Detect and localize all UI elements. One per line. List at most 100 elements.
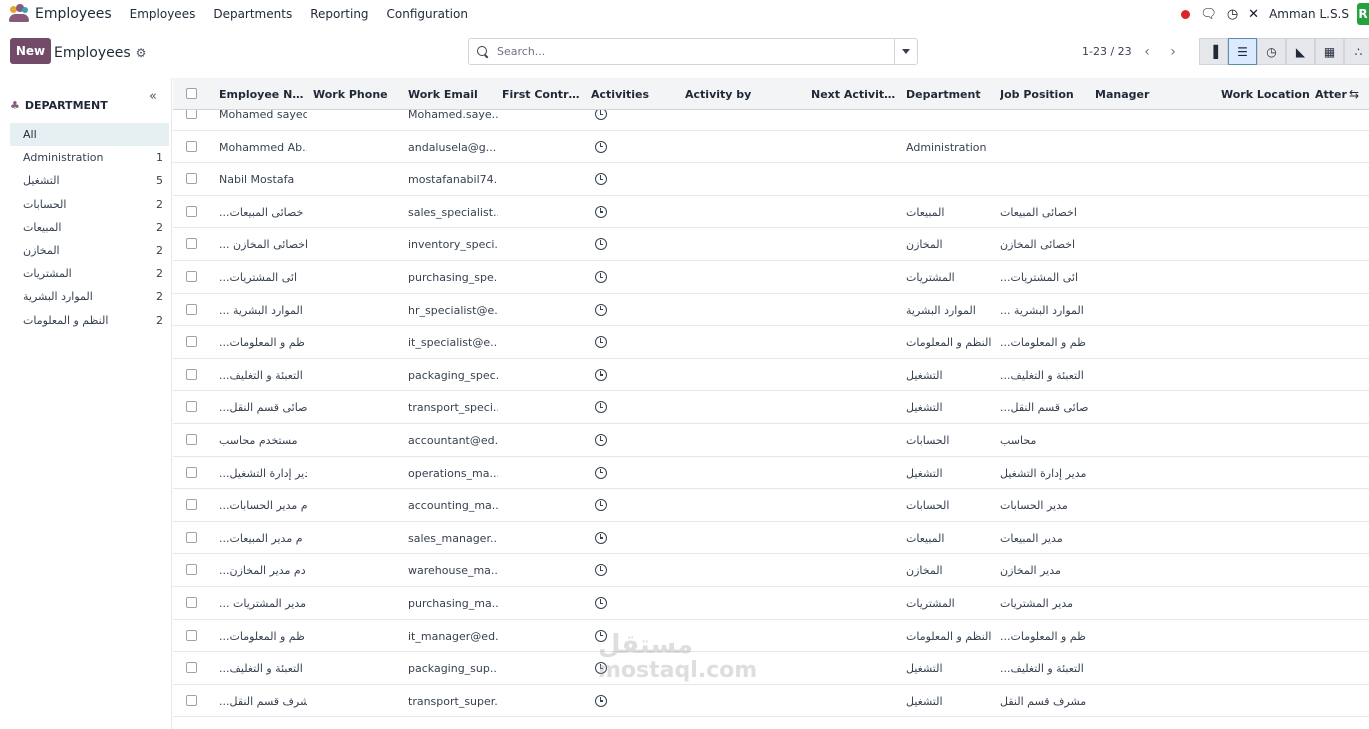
sidebar-item-all[interactable]: All xyxy=(10,123,169,147)
row-checkbox[interactable] xyxy=(186,401,197,413)
sidebar-item-purchasing[interactable]: المشتريات 2 xyxy=(10,262,169,285)
pivot-view-button[interactable]: ▦ xyxy=(1315,38,1344,65)
column-header-next-activity[interactable]: Next Activity D... xyxy=(811,88,901,101)
row-checkbox[interactable] xyxy=(186,434,197,445)
list-view-button[interactable]: ☰ xyxy=(1228,38,1257,65)
row-checkbox[interactable] xyxy=(186,140,197,152)
row-checkbox[interactable] xyxy=(186,662,197,674)
pager-value[interactable]: 1-23 / 23 xyxy=(1082,45,1132,58)
column-header-manager[interactable]: Manager xyxy=(1095,88,1185,101)
activity-clock-icon[interactable] xyxy=(595,303,607,316)
row-checkbox[interactable] xyxy=(186,173,197,185)
row-checkbox[interactable] xyxy=(186,238,197,250)
activity-clock-icon[interactable] xyxy=(595,271,607,283)
table-row[interactable]: ...ظم و المعلومات it_manager@ed... النظم و… xyxy=(173,620,1369,653)
table-row[interactable]: ... مدير المشتريات purchasing_ma... المشتر… xyxy=(173,587,1369,620)
column-header-work-location[interactable]: Work Location xyxy=(1221,88,1311,101)
sidebar-item-administration[interactable]: Administration 1 xyxy=(10,146,169,169)
sidebar-item-warehouses[interactable]: المخازن 2 xyxy=(10,239,169,262)
table-row[interactable]: مستخدم محاسب accountant@ed... الحسابات محاس… xyxy=(173,424,1369,457)
row-checkbox[interactable] xyxy=(186,597,197,608)
gear-icon[interactable]: ⚙ xyxy=(136,46,147,60)
row-checkbox[interactable] xyxy=(186,564,197,576)
menu-employees[interactable]: Employees xyxy=(130,7,196,21)
new-button[interactable]: New xyxy=(10,38,51,64)
row-checkbox[interactable] xyxy=(186,531,197,543)
table-row[interactable]: ...صائى قسم النقل transport_speci... التشغ… xyxy=(173,391,1369,424)
select-all-checkbox[interactable] xyxy=(186,88,197,99)
column-header-department[interactable]: Department xyxy=(906,88,996,101)
activity-clock-icon[interactable] xyxy=(595,466,607,479)
activity-clock-icon[interactable] xyxy=(595,564,607,577)
pager-previous-button[interactable]: ‹ xyxy=(1134,38,1160,65)
column-header-attendance[interactable]: Atter xyxy=(1315,88,1347,101)
table-row[interactable]: Nabil Mostafa mostafanabil74... xyxy=(173,163,1369,196)
activity-clock-icon[interactable] xyxy=(595,499,607,512)
table-row[interactable]: ...م مدير المبيعات sales_manager... المبيع… xyxy=(173,522,1369,555)
activity-clock-icon[interactable] xyxy=(595,401,607,414)
row-checkbox[interactable] xyxy=(186,499,197,511)
column-header-work-email[interactable]: Work Email xyxy=(408,88,498,101)
activity-clock-icon[interactable] xyxy=(595,238,607,251)
sidebar-item-hr[interactable]: الموارد البشرية 2 xyxy=(10,285,169,308)
company-switcher[interactable]: Amman L.S.S xyxy=(1269,7,1349,21)
sidebar-item-accounts[interactable]: الحسابات 2 xyxy=(10,193,169,216)
column-header-first-contract[interactable]: First Contract ... xyxy=(502,88,584,101)
graph-view-button[interactable]: ◣ xyxy=(1286,38,1315,65)
column-header-job-position[interactable]: Job Position xyxy=(1000,88,1090,101)
activity-clock-icon[interactable] xyxy=(595,434,607,446)
table-row[interactable]: ... الموارد البشرية hr_specialist@e... الم… xyxy=(173,294,1369,327)
table-row[interactable]: ...ائى المشتريات purchasing_spe... المشتري… xyxy=(173,261,1369,294)
table-row[interactable]: ...التعبئة و التغليف packaging_spec... الت… xyxy=(173,359,1369,392)
hierarchy-view-button[interactable]: ∴ xyxy=(1344,38,1369,65)
row-checkbox[interactable] xyxy=(186,205,197,217)
activity-clock-icon[interactable]: ◷ xyxy=(1227,7,1238,22)
menu-reporting[interactable]: Reporting xyxy=(310,7,368,21)
user-avatar[interactable]: R xyxy=(1357,3,1369,25)
table-row[interactable]: ...خصائى المبيعات sales_specialist... المب… xyxy=(173,196,1369,229)
activity-view-button[interactable]: ◷ xyxy=(1257,38,1286,65)
tools-icon[interactable]: ✕ xyxy=(1248,7,1259,22)
employees-app-icon[interactable] xyxy=(8,3,30,25)
row-checkbox[interactable] xyxy=(186,336,197,348)
sidebar-item-sales[interactable]: المبيعات 2 xyxy=(10,216,169,239)
row-checkbox[interactable] xyxy=(186,629,197,641)
search-input[interactable] xyxy=(497,45,887,58)
optional-columns-icon[interactable]: ⇆ xyxy=(1349,87,1359,101)
table-row[interactable]: ...دير إدارة التشغيل operations_ma... التش… xyxy=(173,457,1369,490)
row-checkbox[interactable] xyxy=(186,466,197,478)
row-checkbox[interactable] xyxy=(186,694,197,706)
activity-clock-icon[interactable] xyxy=(595,173,607,186)
activity-clock-icon[interactable] xyxy=(595,597,607,609)
column-header-work-phone[interactable]: Work Phone xyxy=(313,88,403,101)
table-row[interactable]: ...م مدير الحسابات accounting_ma... الحساب… xyxy=(173,489,1369,522)
activity-clock-icon[interactable] xyxy=(595,694,607,707)
status-dot-icon[interactable] xyxy=(1181,9,1191,19)
row-checkbox[interactable] xyxy=(186,303,197,315)
table-row[interactable]: Mohammed Ab... andalusela@g... Administrat… xyxy=(173,131,1369,164)
table-row[interactable]: ...شرف قسم النقل transport_super... التشغي… xyxy=(173,685,1369,718)
sidebar-item-operations[interactable]: التشغيل 5 xyxy=(10,169,169,192)
table-row[interactable]: ...ظم و المعلومات it_specialist@e... النظم… xyxy=(173,326,1369,359)
app-name[interactable]: Employees xyxy=(35,6,112,22)
activity-clock-icon[interactable] xyxy=(595,205,607,218)
pager-next-button[interactable]: › xyxy=(1160,38,1186,65)
column-header-employee-name[interactable]: Employee Name xyxy=(219,88,309,101)
kanban-view-button[interactable]: ▐ xyxy=(1199,38,1228,65)
row-checkbox[interactable] xyxy=(186,271,197,282)
table-row[interactable]: ...دم مدير المخازن warehouse_ma... المخازن… xyxy=(173,554,1369,587)
activity-clock-icon[interactable] xyxy=(595,368,607,381)
activity-clock-icon[interactable] xyxy=(595,140,607,153)
activity-clock-icon[interactable] xyxy=(595,531,607,544)
table-row[interactable]: ... اخصائى المخازن inventory_speci... المخ… xyxy=(173,228,1369,261)
column-header-activity-by[interactable]: Activity by xyxy=(685,88,795,101)
sidebar-item-it[interactable]: النظم و المعلومات 2 xyxy=(10,309,169,332)
chat-icon[interactable]: 🗨 xyxy=(1200,7,1217,22)
table-row[interactable]: ...التعبئة و التغليف packaging_sup... التش… xyxy=(173,652,1369,685)
row-checkbox[interactable] xyxy=(186,368,197,380)
menu-departments[interactable]: Departments xyxy=(213,7,292,21)
search-options-toggle[interactable] xyxy=(894,39,917,64)
activity-clock-icon[interactable] xyxy=(595,336,607,349)
column-header-activities[interactable]: Activities xyxy=(591,88,681,101)
collapse-sidebar-icon[interactable]: « xyxy=(149,89,157,104)
